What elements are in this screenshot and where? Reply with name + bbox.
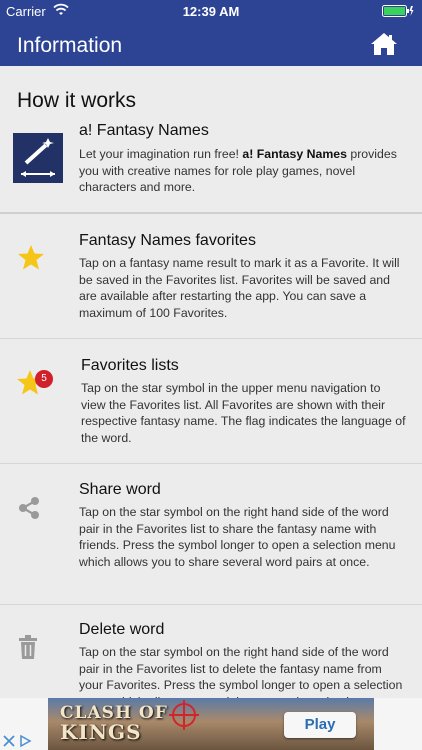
list-item: 5 Favorites lists Tap on the star symbol…: [0, 339, 422, 464]
item-body: Tap on the star symbol in the upper menu…: [81, 381, 406, 445]
status-bar: Carrier 12:39 AM: [0, 0, 422, 22]
trash-icon: [19, 635, 37, 659]
close-icon[interactable]: [2, 734, 16, 748]
list-item: a! Fantasy Names Let your imagination ru…: [0, 122, 422, 214]
section-title: How it works: [17, 89, 137, 112]
ad-banner-bar[interactable]: CLASH OF KINGS Play: [0, 698, 422, 750]
item-heading: Share word: [79, 481, 161, 498]
item-heading: Delete word: [79, 621, 165, 638]
list-item: Fantasy Names favorites Tap on a fantasy…: [0, 214, 422, 339]
ad-banner[interactable]: CLASH OF KINGS Play: [48, 698, 374, 750]
item-body: Tap on the star symbol on the right hand…: [79, 505, 396, 569]
status-time: 12:39 AM: [182, 4, 240, 19]
crosshair-icon: [169, 700, 199, 730]
list-item: Delete word Tap on the star symbol on th…: [0, 605, 422, 698]
nav-bar: Information: [0, 22, 422, 66]
ad-choices-icon[interactable]: [18, 734, 32, 748]
battery-icon: [382, 5, 414, 17]
list-item: Share word Tap on the star symbol on the…: [0, 464, 422, 605]
ad-game-title: CLASH OF KINGS: [60, 703, 168, 744]
item-body: Let your imagination run free! a! Fantas…: [79, 147, 397, 194]
share-icon: [19, 497, 39, 519]
star-icon: [18, 245, 44, 270]
item-heading: Favorites lists: [81, 357, 179, 374]
ad-play-button[interactable]: Play: [284, 712, 356, 738]
item-body: Tap on the star symbol on the right hand…: [79, 645, 406, 698]
item-heading: a! Fantasy Names: [79, 122, 209, 139]
favorites-count-badge: 5: [35, 370, 53, 388]
item-heading: Fantasy Names favorites: [79, 232, 256, 249]
magic-wand-app-icon: [13, 133, 63, 183]
item-body: Tap on a fantasy name result to mark it …: [79, 256, 400, 320]
page-title: Information: [17, 34, 123, 57]
home-icon[interactable]: [370, 31, 398, 57]
content-scroll[interactable]: How it works a! Fantasy Names Let your i…: [0, 66, 422, 698]
